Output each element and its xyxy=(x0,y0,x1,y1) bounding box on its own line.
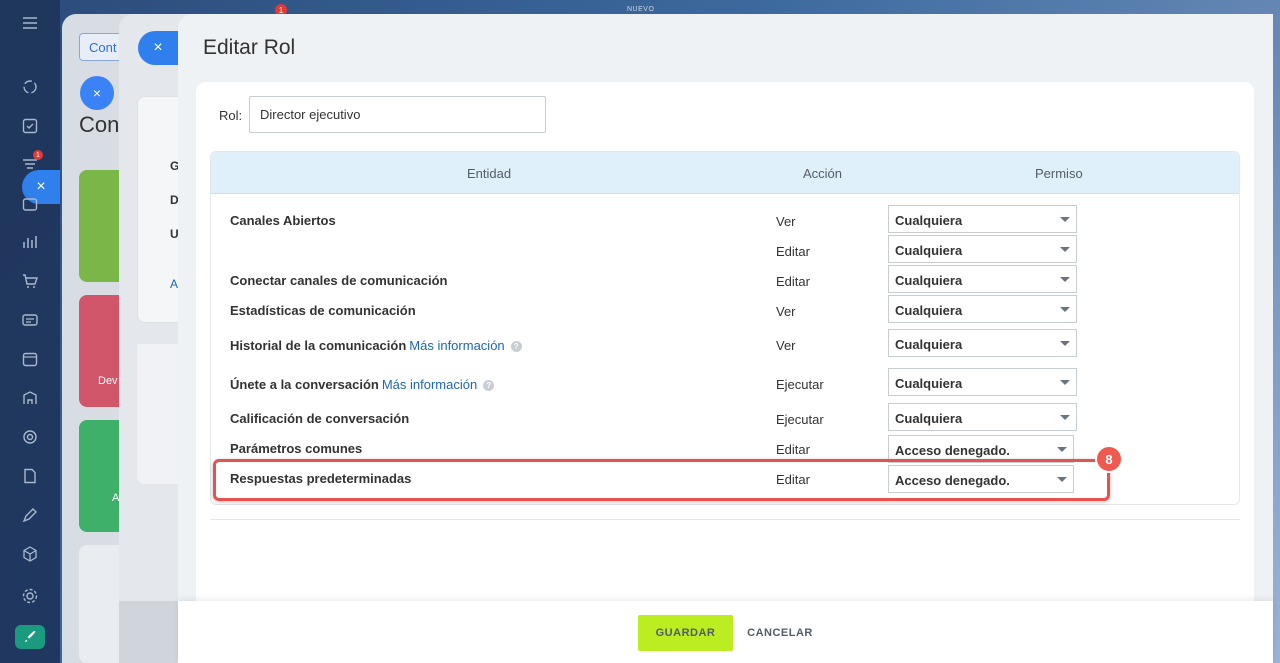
column-header-permission: Permiso xyxy=(1035,166,1083,181)
entity-name: Parámetros comunes xyxy=(230,441,363,456)
entity-name: Estadísticas de comunicación xyxy=(230,303,416,318)
check-square-icon[interactable] xyxy=(20,116,40,136)
target-icon[interactable] xyxy=(20,427,40,447)
entity-name: Historial de la comunicación xyxy=(230,338,407,353)
card-link[interactable]: A xyxy=(170,277,178,291)
chevron-down-icon xyxy=(1060,380,1070,385)
action-name: Editar xyxy=(776,442,810,457)
background-close-button[interactable]: × xyxy=(80,76,114,110)
action-name: Ver xyxy=(776,304,796,319)
permission-select[interactable]: Cualquiera xyxy=(888,265,1077,293)
table-row: Canales Abiertos Ver Cualquiera xyxy=(211,205,1239,235)
divider xyxy=(210,519,1240,520)
left-sidebar: 1 × xyxy=(0,0,60,663)
permission-select[interactable]: Cualquiera xyxy=(888,368,1077,396)
cancel-button[interactable]: CANCELAR xyxy=(740,615,820,651)
permission-select[interactable]: Cualquiera xyxy=(888,235,1077,263)
gear-icon[interactable] xyxy=(20,586,40,606)
document-edit-icon[interactable] xyxy=(20,466,40,486)
table-row: Historial de la comunicación Más informac… xyxy=(211,329,1239,359)
dialog-title: Editar Rol xyxy=(203,36,296,59)
entity-name: Únete a la conversación xyxy=(230,377,379,392)
step-badge: 8 xyxy=(1095,445,1123,473)
action-name: Ejecutar xyxy=(776,377,824,392)
permission-value: Cualquiera xyxy=(895,303,963,318)
cube-icon[interactable] xyxy=(20,544,40,564)
building-icon[interactable] xyxy=(20,388,40,408)
permission-value: Cualquiera xyxy=(895,273,963,288)
permission-value: Cualquiera xyxy=(895,213,963,228)
background-footer-edge xyxy=(119,601,178,663)
permission-select[interactable]: Cualquiera xyxy=(888,295,1077,323)
column-header-action: Acción xyxy=(803,166,843,181)
table-row: Editar Cualquiera xyxy=(211,235,1239,265)
role-name-input[interactable] xyxy=(249,96,546,133)
table-header: Entidad Acción Permiso xyxy=(211,152,1239,194)
entity-name: Calificación de conversación xyxy=(230,411,410,426)
more-info-link[interactable]: Más información xyxy=(382,377,477,392)
table-row: Estadísticas de comunicación Ver Cualqui… xyxy=(211,295,1239,325)
more-info-link[interactable]: Más información xyxy=(409,338,504,353)
save-button[interactable]: GUARDAR xyxy=(638,615,733,651)
bar-chart-icon[interactable] xyxy=(20,232,40,252)
inbox-icon[interactable] xyxy=(20,194,40,214)
chevron-down-icon xyxy=(1060,341,1070,346)
entity-name: Canales Abiertos xyxy=(230,213,336,228)
permission-value: Cualquiera xyxy=(895,243,963,258)
dialog-footer: GUARDAR CANCELAR xyxy=(178,601,1273,663)
action-name: Ver xyxy=(776,338,796,353)
table-row: Conectar canales de comunicación Editar … xyxy=(211,265,1239,295)
new-label: NUEVO xyxy=(627,6,655,13)
dialog-content: Rol: Entidad Acción Permiso Canales Abie… xyxy=(196,82,1254,662)
pen-icon[interactable] xyxy=(20,505,40,525)
calendar-icon[interactable] xyxy=(20,349,40,369)
highlight-frame xyxy=(213,459,1110,501)
entity-cell: Historial de la comunicación Más informac… xyxy=(230,338,522,353)
permission-value: Acceso denegado. xyxy=(895,443,1010,458)
help-icon[interactable]: ? xyxy=(510,341,522,352)
action-name: Ver xyxy=(776,214,796,229)
table-row: Calificación de conversación Ejecutar Cu… xyxy=(211,403,1239,433)
dialog-close-button[interactable]: × xyxy=(138,31,178,65)
permission-select[interactable]: Cualquiera xyxy=(888,403,1077,431)
permission-value: Cualquiera xyxy=(895,337,963,352)
tile-label: Dev xyxy=(98,375,118,387)
chevron-down-icon xyxy=(1057,447,1067,452)
chevron-down-icon xyxy=(1060,307,1070,312)
sync-icon[interactable] xyxy=(20,77,40,97)
contact-card-icon[interactable] xyxy=(20,310,40,330)
permission-select[interactable]: Cualquiera xyxy=(888,329,1077,357)
entity-name: Conectar canales de comunicación xyxy=(230,273,448,288)
table-row: Únete a la conversación Más información? … xyxy=(211,368,1239,398)
action-name: Editar xyxy=(776,244,810,259)
chevron-down-icon xyxy=(1060,415,1070,420)
action-name: Ejecutar xyxy=(776,412,824,427)
action-name: Editar xyxy=(776,274,810,289)
cart-icon[interactable] xyxy=(20,271,40,291)
filter-badge: 1 xyxy=(33,150,43,160)
permission-value: Cualquiera xyxy=(895,411,963,426)
permissions-table: Entidad Acción Permiso Canales Abiertos … xyxy=(210,151,1240,505)
edit-role-dialog: Editar Rol Rol: Entidad Acción Permiso C… xyxy=(178,14,1273,663)
permission-select[interactable]: Cualquiera xyxy=(888,205,1077,233)
role-label: Rol: xyxy=(219,108,243,123)
chevron-down-icon xyxy=(1060,277,1070,282)
chevron-down-icon xyxy=(1060,217,1070,222)
permission-value: Cualquiera xyxy=(895,376,963,391)
rocket-icon[interactable] xyxy=(15,625,45,649)
help-icon[interactable]: ? xyxy=(483,380,495,391)
background-title: Con xyxy=(79,112,120,137)
chevron-down-icon xyxy=(1060,247,1070,252)
menu-icon[interactable] xyxy=(20,13,40,33)
column-header-entity: Entidad xyxy=(467,166,512,181)
entity-cell: Únete a la conversación Más información? xyxy=(230,377,495,392)
